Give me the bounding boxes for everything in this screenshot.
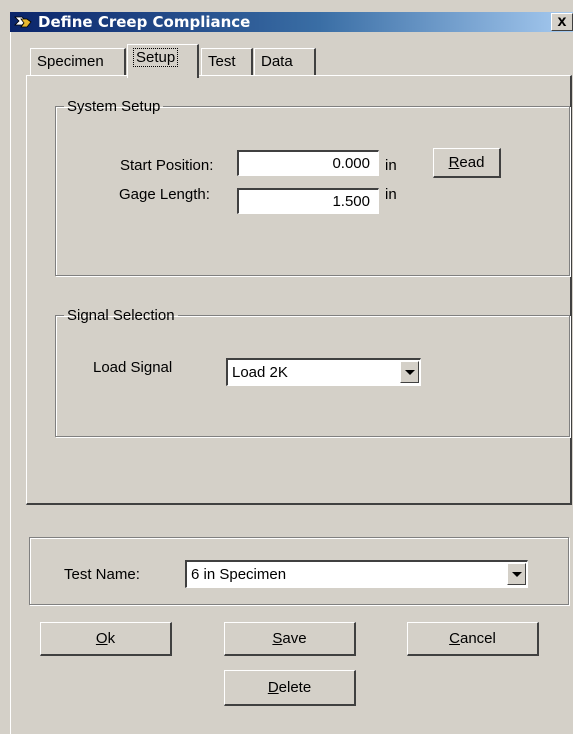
start-position-value: 0.000 (332, 155, 370, 172)
ok-mnemonic: O (95, 630, 108, 647)
save-label-rest: ave (282, 630, 307, 647)
close-icon: x (557, 13, 567, 30)
start-position-label: Start Position: (120, 157, 214, 174)
gage-length-field[interactable]: 1.500 (237, 188, 379, 214)
tab-setup[interactable]: Setup (127, 44, 199, 78)
test-name-select[interactable]: 6 in Specimen (185, 560, 528, 588)
delete-button[interactable]: Delete (224, 670, 356, 706)
title-bar[interactable]: Define Creep Compliance x (10, 12, 573, 32)
save-button[interactable]: Save (224, 622, 356, 656)
read-button[interactable]: Read (433, 148, 501, 178)
test-name-group: Test Name: 6 in Specimen (29, 537, 569, 605)
signal-selection-title: Signal Selection (67, 307, 175, 324)
load-signal-select[interactable]: Load 2K (226, 358, 421, 386)
app-icon (14, 16, 32, 28)
test-name-label: Test Name: (64, 566, 140, 583)
cancel-mnemonic: C (449, 630, 460, 647)
load-signal-value: Load 2K (232, 364, 288, 381)
close-button[interactable]: x (551, 13, 573, 31)
start-position-unit: in (385, 157, 397, 174)
read-mnemonic: R (448, 154, 460, 171)
tab-test[interactable]: Test (201, 48, 253, 76)
test-name-value: 6 in Specimen (191, 566, 287, 583)
chevron-down-icon[interactable] (507, 563, 526, 585)
ok-button[interactable]: Ok (40, 622, 172, 656)
read-label-rest: ead (459, 154, 485, 171)
start-position-field[interactable]: 0.000 (237, 150, 379, 176)
tab-setup-label: Setup (132, 48, 179, 67)
dialog-window: Define Creep Compliance x Specimen Setup… (0, 0, 573, 734)
gage-length-value: 1.500 (332, 193, 370, 210)
delete-mnemonic: D (267, 679, 279, 696)
tab-test-label: Test (208, 53, 236, 70)
window-edge (10, 32, 11, 734)
cancel-button[interactable]: Cancel (407, 622, 539, 656)
setup-tab-panel: System Setup Start Position: 0.000 in Re… (26, 75, 572, 505)
ok-label-rest: k (107, 630, 116, 647)
window-title: Define Creep Compliance (38, 13, 251, 31)
tab-data[interactable]: Data (254, 48, 316, 76)
tab-data-label: Data (261, 53, 293, 70)
tab-specimen-label: Specimen (37, 53, 104, 70)
delete-label-rest: elete (278, 679, 312, 696)
save-mnemonic: S (272, 630, 283, 647)
system-setup-title: System Setup (67, 98, 161, 115)
gage-length-unit: in (385, 186, 397, 203)
cancel-label-rest: ancel (459, 630, 496, 647)
chevron-down-icon[interactable] (400, 361, 419, 383)
tab-specimen[interactable]: Specimen (30, 48, 126, 76)
gage-length-label: Gage Length: (119, 186, 210, 203)
load-signal-label: Load Signal (93, 359, 173, 376)
